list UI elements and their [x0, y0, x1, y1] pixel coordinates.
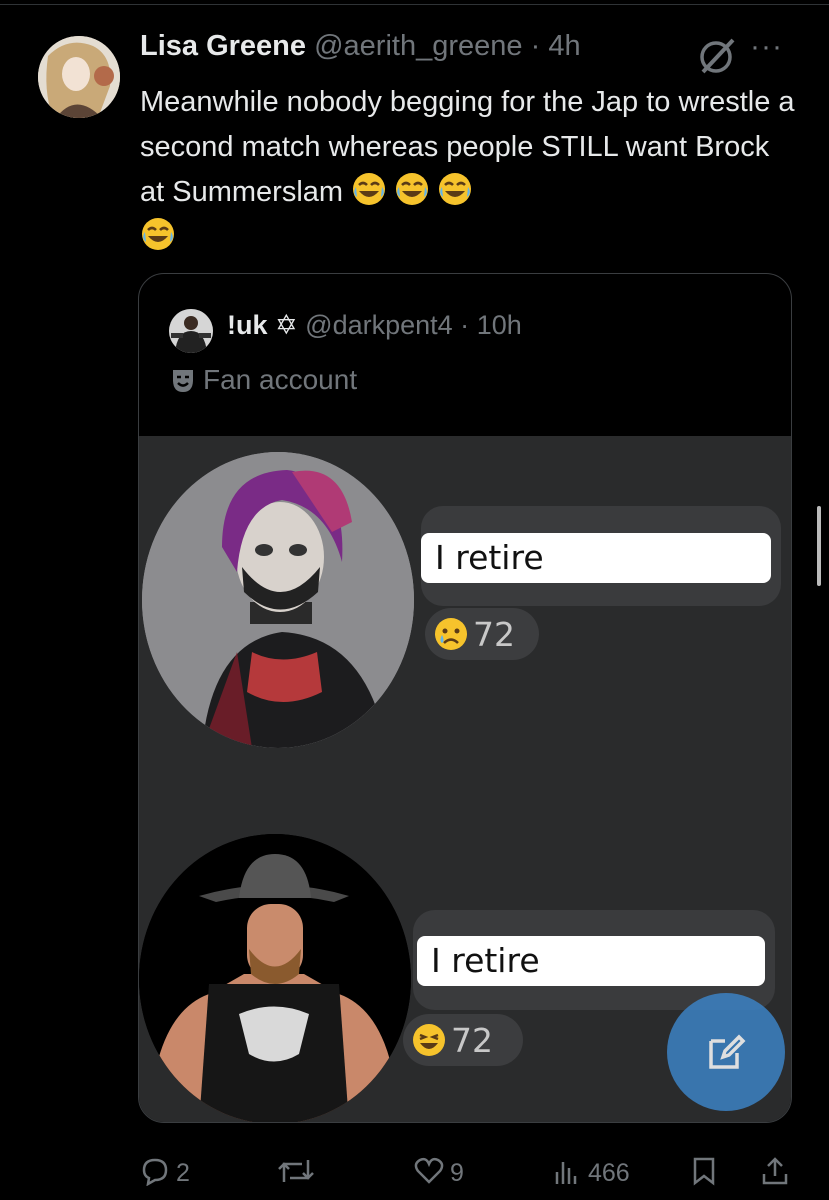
retweet-icon	[278, 1160, 314, 1182]
reply-button[interactable]: 2	[140, 1156, 190, 1188]
views-chart-icon	[555, 1162, 577, 1184]
compose-icon	[709, 1034, 746, 1069]
bookmark-button[interactable]	[690, 1156, 724, 1188]
scrollbar[interactable]	[817, 506, 821, 586]
grok-icon[interactable]	[697, 36, 737, 76]
theater-mask-icon	[173, 370, 193, 392]
quoted-author-handle[interactable]: @darkpent4	[305, 310, 453, 340]
share-button[interactable]	[760, 1156, 796, 1188]
author-avatar[interactable]	[38, 36, 120, 118]
sad-tear-emoji-icon	[435, 618, 467, 650]
message-bubble-bottom: I retire	[417, 936, 765, 986]
pentagram-symbol: ✡	[275, 310, 298, 340]
joy-emoji-icon	[353, 173, 386, 205]
views-button[interactable]: 466	[552, 1156, 630, 1188]
message-bubble-top: I retire	[421, 533, 771, 583]
top-divider	[0, 4, 829, 5]
tweet-header: Lisa Greene @aerith_greene · 4h	[140, 30, 581, 63]
bookmark-icon	[693, 1157, 715, 1186]
share-icon	[762, 1157, 788, 1185]
reply-count: 2	[176, 1159, 190, 1187]
retweet-button[interactable]	[276, 1156, 322, 1188]
compose-button[interactable]	[667, 993, 785, 1111]
joy-emoji-icon	[396, 173, 429, 205]
wrestler-portrait-top	[142, 452, 414, 748]
author-name[interactable]: Lisa Greene	[140, 30, 306, 62]
author-handle[interactable]: @aerith_greene	[314, 30, 522, 62]
reply-icon	[142, 1158, 168, 1187]
reaction-bottom: 72	[403, 1014, 523, 1066]
reaction-count-top: 72	[473, 615, 515, 654]
reaction-count-bottom: 72	[451, 1021, 493, 1060]
more-options-icon[interactable]: ···	[750, 30, 783, 64]
quoted-author-avatar[interactable]	[169, 309, 213, 353]
tweet-body: Meanwhile nobody begging for the Jap to …	[140, 80, 800, 260]
tweet-actions: 2 9 466	[0, 1142, 829, 1200]
heart-icon	[414, 1157, 444, 1184]
laughing-emoji-icon	[413, 1024, 445, 1056]
quoted-tweet-time[interactable]: 10h	[477, 310, 522, 340]
views-count: 466	[588, 1159, 630, 1187]
joy-emoji-icon	[142, 218, 174, 250]
quoted-tweet-header: !uk ✡ @darkpent4 · 10h	[227, 310, 522, 341]
separator-dot: ·	[460, 310, 470, 340]
fan-account-label: Fan account	[171, 364, 357, 396]
like-count: 9	[450, 1159, 464, 1187]
quoted-author-name[interactable]: !uk	[227, 310, 268, 340]
separator-dot: ·	[530, 30, 541, 62]
tweet-time[interactable]: 4h	[548, 30, 580, 62]
like-button[interactable]: 9	[414, 1156, 464, 1188]
reaction-top: 72	[425, 608, 539, 660]
joy-emoji-icon	[439, 173, 472, 205]
fan-account-text: Fan account	[203, 364, 358, 395]
wrestler-portrait-bottom	[139, 834, 411, 1122]
quoted-tweet-card[interactable]: !uk ✡ @darkpent4 · 10h Fan account I ret…	[138, 273, 792, 1123]
